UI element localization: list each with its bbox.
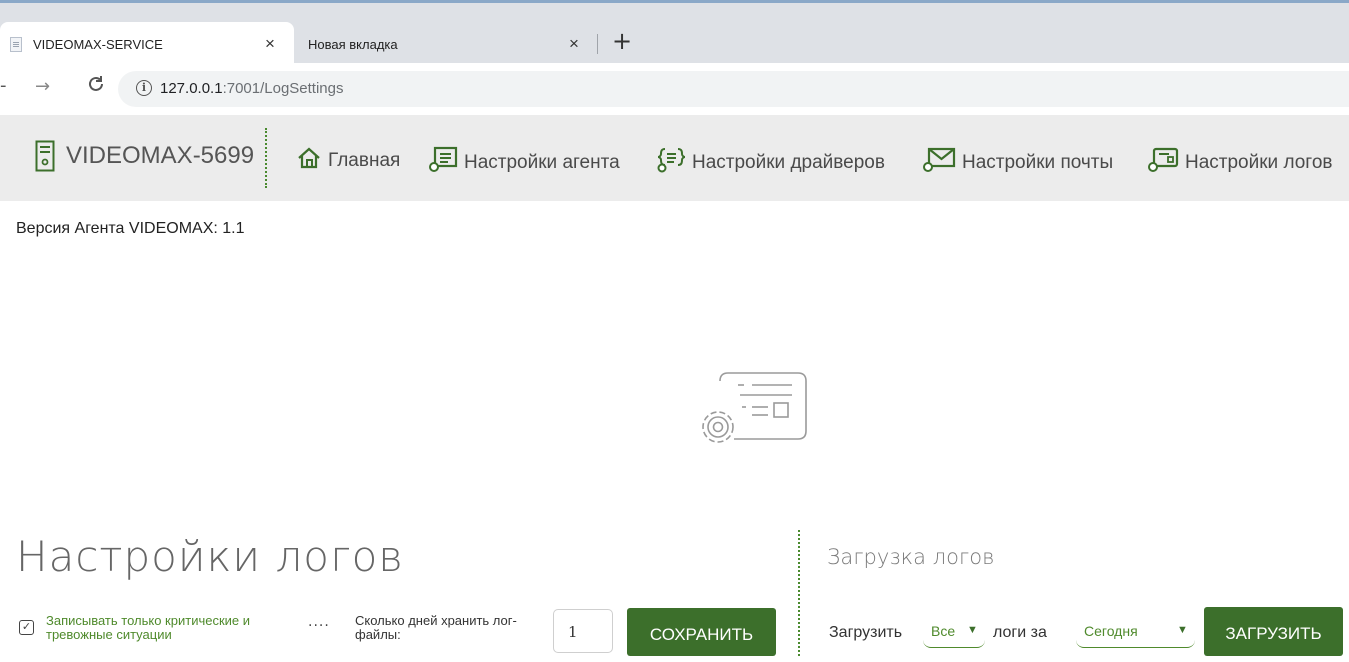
section-divider: [798, 530, 800, 656]
retention-days-input[interactable]: 1: [553, 609, 613, 653]
nav-item-label: Настройки агента: [464, 152, 620, 173]
log-settings-icon: [1147, 146, 1185, 180]
critical-only-checkbox[interactable]: ✓: [19, 620, 34, 635]
server-icon: [35, 140, 55, 176]
app-header: VIDEOMAX-5699 Главная Настройки агента Н…: [0, 115, 1349, 201]
log-settings-title: Настройки логов: [16, 532, 404, 581]
nav-item-label: Настройки логов: [1185, 152, 1333, 173]
load-middle-label: логи за: [993, 624, 1047, 641]
load-logs-button[interactable]: ЗАГРУЗИТЬ: [1204, 607, 1343, 656]
log-settings-illustration-icon: [690, 365, 814, 457]
new-tab-button[interactable]: +: [612, 29, 632, 53]
log-period-value: Сегодня: [1084, 623, 1138, 639]
brand-title[interactable]: VIDEOMAX-5699: [66, 142, 254, 170]
save-button[interactable]: СОХРАНИТЬ: [627, 608, 776, 656]
nav-item-home[interactable]: Главная: [296, 146, 400, 176]
tab-close-icon[interactable]: ×: [265, 34, 275, 54]
nav-item-label: Настройки почты: [962, 152, 1114, 173]
nav-item-log-settings[interactable]: Настройки логов: [1147, 146, 1332, 180]
url-host: 127.0.0.1: [160, 80, 223, 97]
header-divider: [265, 128, 267, 188]
url-path: :7001/LogSettings: [222, 80, 344, 97]
retention-days-value: 1: [568, 623, 578, 641]
tab-title: VIDEOMAX-SERVICE: [33, 37, 163, 52]
nav-item-mail-settings[interactable]: Настройки почты: [922, 146, 1113, 180]
browser-tab-strip: VIDEOMAX-SERVICE × Новая вкладка × +: [0, 0, 1349, 66]
log-download-title: Загрузка логов: [827, 545, 995, 569]
info-icon[interactable]: i: [136, 80, 152, 96]
nav-item-driver-settings[interactable]: Настройки драйверов: [656, 146, 885, 180]
nav-item-agent-settings[interactable]: Настройки агента: [428, 146, 620, 180]
back-icon[interactable]: -: [0, 75, 7, 96]
tab-new-tab[interactable]: Новая вкладка ×: [294, 22, 594, 66]
log-period-select[interactable]: Сегодня ▼: [1076, 622, 1195, 648]
home-icon: [296, 146, 328, 176]
page-icon: [10, 37, 22, 52]
url-text: 127.0.0.1:7001/LogSettings: [160, 80, 344, 97]
address-bar: - → i 127.0.0.1:7001/LogSettings: [0, 63, 1349, 115]
log-type-select[interactable]: Все ▼: [923, 622, 985, 648]
driver-settings-icon: [656, 146, 692, 180]
separator-dots: ....: [308, 614, 330, 630]
critical-only-label[interactable]: Записывать только критические и тревожны…: [46, 614, 296, 642]
tab-videomax-service[interactable]: VIDEOMAX-SERVICE ×: [0, 22, 294, 66]
reload-icon[interactable]: [86, 74, 106, 99]
load-prefix-label: Загрузить: [829, 624, 903, 641]
nav-item-label: Настройки драйверов: [692, 152, 885, 173]
chevron-down-icon: ▼: [1177, 624, 1188, 636]
agent-version-text: Версия Агента VIDEOMAX: 1.1: [16, 220, 245, 237]
forward-icon[interactable]: →: [35, 76, 50, 97]
agent-settings-icon: [428, 146, 464, 180]
tab-separator: [597, 34, 598, 54]
tab-close-icon[interactable]: ×: [569, 34, 579, 54]
tab-title: Новая вкладка: [308, 37, 398, 52]
url-input[interactable]: i 127.0.0.1:7001/LogSettings: [118, 71, 1349, 107]
mail-settings-icon: [922, 146, 962, 180]
log-type-value: Все: [931, 623, 956, 639]
retention-days-label: Сколько дней хранить лог-файлы:: [355, 613, 517, 642]
chevron-down-icon: ▼: [967, 624, 978, 636]
nav-item-label: Главная: [328, 150, 401, 171]
